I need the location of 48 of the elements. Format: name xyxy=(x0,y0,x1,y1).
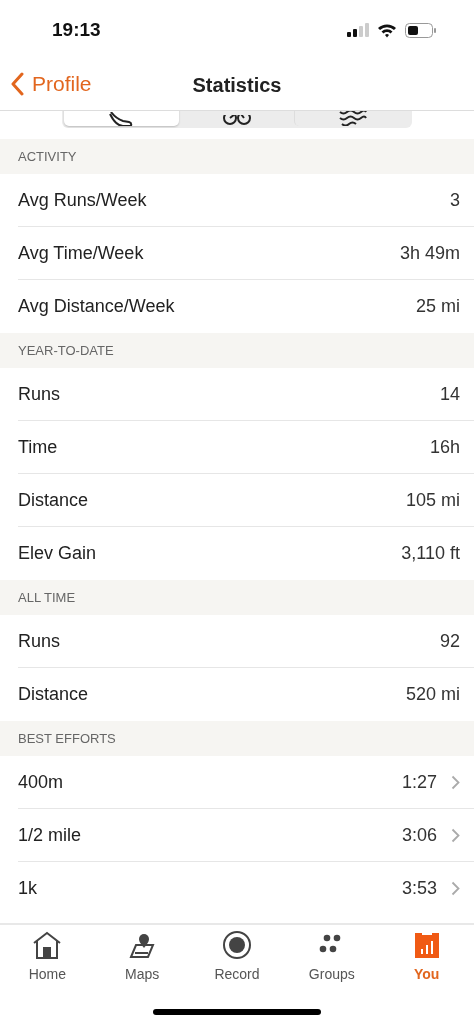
screen-title: Statistics xyxy=(192,73,282,98)
wifi-icon xyxy=(377,22,397,38)
section-header: ALL TIME xyxy=(18,590,76,605)
stat-value: 3h 49m xyxy=(399,242,460,264)
stat-label: Runs xyxy=(18,383,62,405)
stat-value: 105 mi xyxy=(405,489,460,511)
best-effort-row[interactable]: 1k 3:53 xyxy=(18,862,474,915)
stat-value: 520 mi xyxy=(405,684,460,705)
section-header: YEAR-TO-DATE xyxy=(18,343,114,358)
stat-label: 400m xyxy=(18,771,65,793)
best-effort-row[interactable]: 400m 1:27 xyxy=(18,756,474,809)
stat-value: 14 xyxy=(439,383,460,405)
tab-bar-item[interactable]: Groups xyxy=(284,930,380,982)
stat-label: Distance xyxy=(18,489,90,511)
chevron-right-icon xyxy=(451,827,460,843)
stat-value: 1:27 xyxy=(401,771,437,793)
stat-value: 3:06 xyxy=(401,824,437,846)
section-header: BEST EFFORTS xyxy=(18,731,116,746)
tab-bar-item[interactable]: Maps xyxy=(94,930,190,982)
bike-icon xyxy=(221,115,252,126)
battery-icon xyxy=(405,22,436,38)
stat-label: Runs xyxy=(18,630,62,652)
stat-label: Distance xyxy=(18,684,90,705)
stat-label: Avg Runs/Week xyxy=(18,189,148,211)
status-time: 19:13 xyxy=(52,19,101,41)
waves-icon xyxy=(337,111,368,126)
record-icon xyxy=(222,930,252,960)
stat-label: Avg Distance/Week xyxy=(18,296,176,317)
section-header: ACTIVITY xyxy=(18,149,77,164)
tab-bar-item[interactable]: Record xyxy=(189,930,285,982)
stat-label: Avg Time/Week xyxy=(18,242,145,264)
back-chevron-icon xyxy=(10,72,24,96)
stat-value: 25 mi xyxy=(416,296,460,317)
stat-value: 16h xyxy=(429,436,460,458)
signal-icon xyxy=(347,23,369,37)
stat-value: 3:53 xyxy=(401,878,437,899)
chevron-right-icon xyxy=(451,774,460,790)
stat-value: 92 xyxy=(439,630,460,652)
stat-label: 1k xyxy=(18,878,38,899)
best-effort-row[interactable]: 1/2 mile 3:06 xyxy=(18,809,474,862)
tab-bar-item[interactable]: Home xyxy=(0,930,95,982)
home-icon xyxy=(32,930,63,960)
stat-label: Time xyxy=(18,436,59,458)
stat-label: 1/2 mile xyxy=(18,824,83,846)
stat-value: 3 xyxy=(450,189,460,211)
stat-label: Elev Gain xyxy=(18,543,98,564)
chevron-right-icon xyxy=(451,881,460,896)
stat-value: 3,110 ft xyxy=(401,543,460,564)
